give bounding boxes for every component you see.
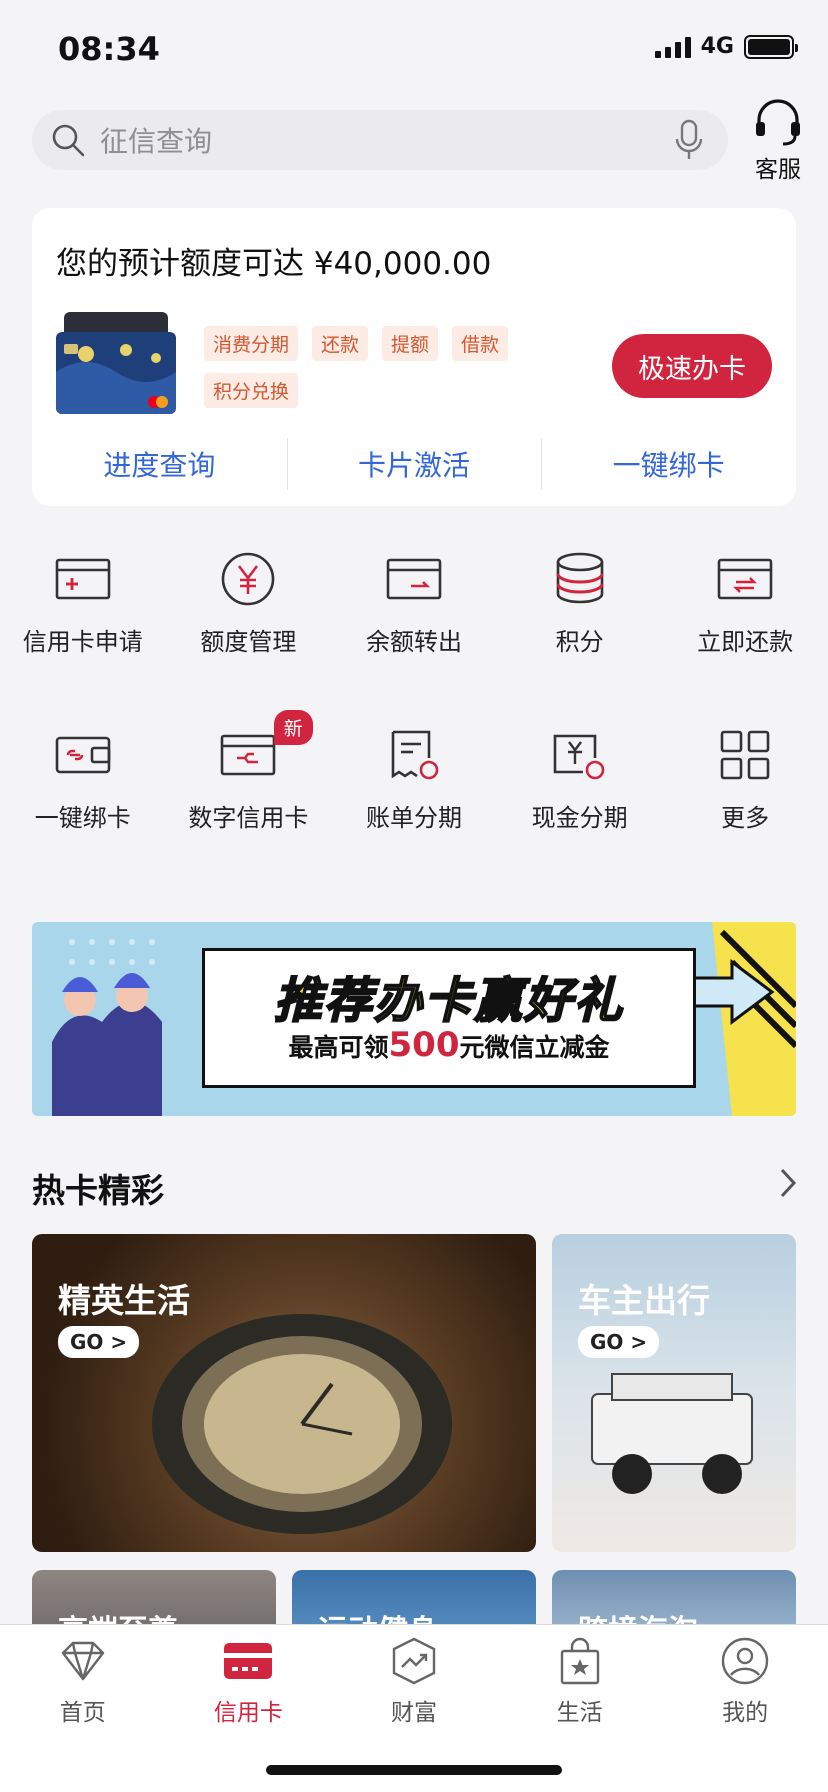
user-icon [721, 1637, 769, 1685]
hot-card-elite-life[interactable]: 精英生活 GO > [32, 1234, 536, 1552]
customer-service-label: 客服 [755, 157, 801, 183]
tab-wealth[interactable]: 财富 [331, 1635, 497, 1735]
credit-card-image [56, 312, 176, 414]
chevron-right-icon[interactable] [778, 1166, 798, 1200]
grid-item-credit-limit[interactable]: 额度管理 [166, 548, 332, 724]
card-activate-link[interactable]: 卡片激活 [286, 434, 542, 494]
grid-label: 一键绑卡 [34, 804, 131, 832]
fast-apply-button[interactable]: 极速办卡 [612, 334, 772, 398]
tab-label: 首页 [59, 1700, 106, 1726]
grid-item-repay[interactable]: 立即还款 [662, 548, 828, 724]
credit-limit-panel: 您的预计额度可达 ¥40,000.00 消费分期 还款 提额 借款 积分兑换 极… [32, 208, 796, 506]
panel-links: 进度查询 卡片激活 一键绑卡 [32, 434, 796, 494]
function-grid: 信用卡申请 额度管理 余额转出 积分 立即还款 一键绑卡 新 数字信用卡 账单分… [0, 548, 828, 900]
tab-label: 信用卡 [213, 1700, 283, 1726]
tag-consumer-installment[interactable]: 消费分期 [204, 326, 299, 361]
digital-card-icon [221, 734, 276, 776]
grid-label: 账单分期 [365, 804, 462, 832]
tab-label: 财富 [390, 1700, 437, 1726]
feature-tags: 消费分期 还款 提额 借款 积分兑换 [204, 326, 534, 408]
chart-trend-icon [392, 1637, 436, 1685]
status-time: 08:34 [58, 30, 160, 68]
grid-label: 信用卡申请 [22, 628, 143, 656]
grid-item-digital-card[interactable]: 新 数字信用卡 [166, 710, 332, 900]
microphone-icon[interactable] [674, 119, 704, 161]
tag-loan[interactable]: 借款 [452, 326, 509, 361]
signal-icon [654, 36, 691, 58]
headset-icon [756, 99, 800, 146]
hot-card-title: 精英生活 [58, 1281, 190, 1320]
grid-label: 数字信用卡 [188, 804, 309, 832]
customer-service-button[interactable]: 客服 [748, 98, 808, 184]
points-icon [556, 552, 604, 604]
search-icon [52, 124, 85, 157]
new-badge: 新 [273, 710, 313, 745]
bill-installment-icon [391, 730, 439, 780]
hot-card-title: 车主出行 [578, 1281, 710, 1320]
status-bar: 08:34 4G [0, 0, 828, 100]
card-apply-icon [55, 558, 111, 600]
diamond-icon [61, 1641, 104, 1681]
tab-mine[interactable]: 我的 [662, 1635, 828, 1735]
banner-sub-prefix: 最高可领 [288, 1033, 389, 1062]
grid-item-bill-installment[interactable]: 账单分期 [331, 724, 497, 900]
go-button[interactable]: GO > [58, 1326, 140, 1358]
tag-repayment[interactable]: 还款 [312, 326, 369, 361]
tab-label: 我的 [722, 1700, 769, 1726]
grid-item-card-apply[interactable]: 信用卡申请 [0, 548, 166, 724]
banner-headline: 推荐办卡赢好礼 [273, 972, 624, 1030]
grid-label: 额度管理 [200, 628, 297, 656]
grid-label: 立即还款 [697, 628, 794, 656]
banner-sub-amount: 500 [388, 1025, 460, 1065]
bottom-tab-bar: 首页 信用卡 财富 生活 我的 [0, 1624, 828, 1792]
tab-credit-card[interactable]: 信用卡 [166, 1635, 332, 1735]
go-button[interactable]: GO > [578, 1326, 660, 1358]
grid-label: 现金分期 [531, 804, 628, 832]
cash-installment-icon [553, 734, 604, 780]
grid-item-more[interactable]: 更多 [662, 724, 828, 900]
hot-card-car-owner[interactable]: 车主出行 GO > [552, 1234, 796, 1552]
tag-raise-limit[interactable]: 提额 [382, 326, 439, 361]
grid-label: 余额转出 [365, 628, 462, 656]
bind-card-link[interactable]: 一键绑卡 [541, 434, 796, 494]
status-indicators: 4G [654, 34, 798, 59]
grid-item-balance-transfer[interactable]: 余额转出 [331, 548, 497, 724]
tag-points-redeem[interactable]: 积分兑换 [204, 373, 299, 408]
tab-life[interactable]: 生活 [497, 1635, 663, 1735]
banner-text-box: 推荐办卡赢好礼 最高可领500元微信立减金 [202, 948, 696, 1088]
balance-transfer-icon [386, 558, 442, 600]
credit-card-icon [224, 1643, 273, 1679]
home-indicator[interactable] [266, 1765, 562, 1775]
credit-limit-icon [222, 552, 275, 606]
grid-label: 更多 [721, 804, 770, 832]
promo-banner[interactable]: 推荐办卡赢好礼 最高可领500元微信立减金 [32, 922, 796, 1116]
battery-icon [744, 34, 798, 59]
grid-label: 积分 [555, 628, 604, 656]
network-type: 4G [700, 34, 734, 59]
search-bar[interactable]: 征信查询 [32, 110, 728, 170]
credit-limit-title: 您的预计额度可达 ¥40,000.00 [56, 246, 492, 282]
shopping-bag-icon [560, 1637, 599, 1685]
banner-subtitle: 最高可领500元微信立减金 [205, 1025, 693, 1065]
tab-label: 生活 [556, 1700, 603, 1726]
progress-query-link[interactable]: 进度查询 [32, 434, 287, 494]
more-grid-icon [720, 730, 770, 780]
grid-item-points[interactable]: 积分 [497, 548, 663, 724]
search-input[interactable]: 征信查询 [100, 120, 674, 160]
bind-card-icon [55, 736, 111, 774]
grid-item-cash-installment[interactable]: 现金分期 [497, 724, 663, 900]
tab-home[interactable]: 首页 [0, 1635, 166, 1735]
banner-sub-suffix: 元微信立减金 [459, 1033, 610, 1062]
hot-cards-title: 热卡精彩 [32, 1171, 164, 1210]
repay-icon [717, 558, 773, 600]
grid-item-bind-card[interactable]: 一键绑卡 [0, 724, 166, 900]
